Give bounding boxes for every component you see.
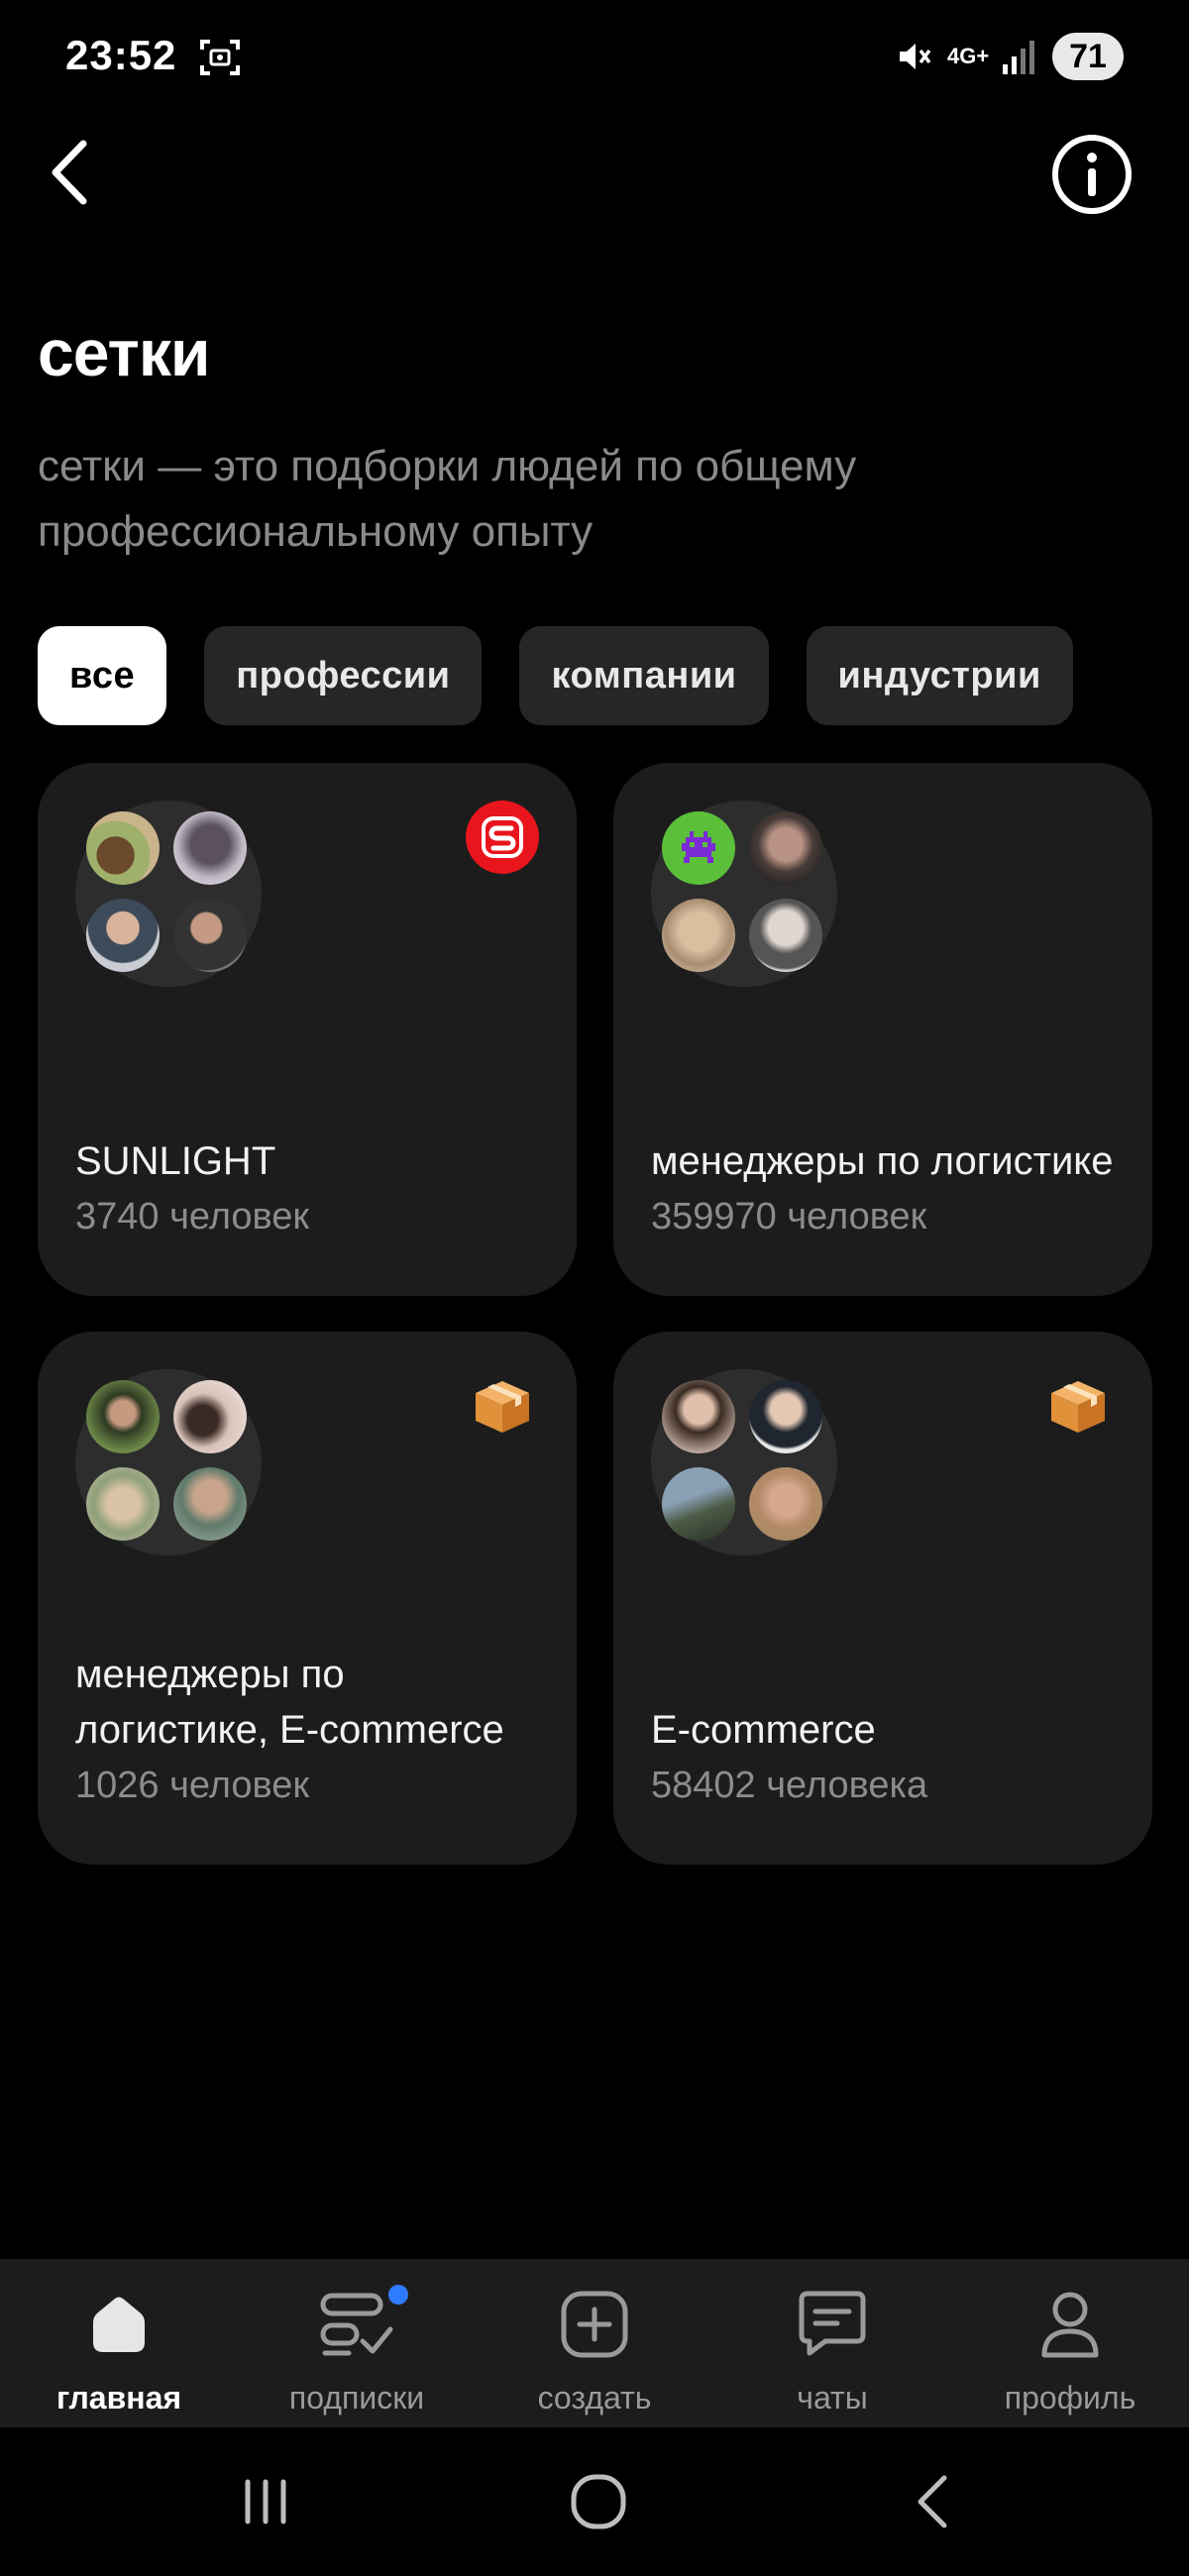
avatar-group — [75, 801, 262, 987]
nav-item-create[interactable]: создать — [476, 2259, 713, 2427]
filter-chip-professions[interactable]: профессии — [204, 626, 483, 725]
network-card-logistics-managers[interactable]: менеджеры по логистике 359970 человек — [613, 763, 1152, 1296]
profile-icon — [1041, 2292, 1099, 2358]
info-button[interactable] — [1050, 133, 1134, 216]
avatar — [86, 1467, 160, 1541]
nav-item-profile[interactable]: профиль — [951, 2259, 1189, 2427]
info-icon — [1052, 135, 1132, 214]
avatar — [662, 899, 735, 972]
card-title: менеджеры по логистике, E-commerce — [75, 1653, 504, 1752]
page-description: сетки — это подборки людей по общему про… — [38, 442, 857, 556]
mute-icon — [900, 44, 931, 69]
network-type: 4G+ — [947, 44, 990, 68]
avatar — [749, 1380, 822, 1453]
avatar-group — [651, 801, 837, 987]
nav-item-chats[interactable]: чаты — [713, 2259, 951, 2427]
avatar — [662, 1380, 735, 1453]
package-icon — [476, 1381, 529, 1433]
avatar — [86, 1380, 160, 1453]
card-member-count: 58402 человека — [651, 1765, 928, 1806]
home-circle-icon — [571, 2474, 626, 2529]
recent-apps-button[interactable] — [226, 2467, 305, 2536]
avatar-group — [651, 1369, 837, 1556]
plus-square-icon — [561, 2291, 628, 2358]
filter-chip-all[interactable]: все — [38, 626, 167, 725]
nav-label: профиль — [1004, 2380, 1136, 2415]
package-icon — [1051, 1381, 1105, 1433]
back-system-button[interactable] — [892, 2467, 971, 2536]
chevron-left-icon — [52, 140, 87, 205]
status-bar: 23:52 4G+ 71 — [0, 0, 1189, 119]
space-invader-icon — [682, 831, 715, 863]
card-title: SUNLIGHT — [75, 1139, 276, 1183]
card-title: E-commerce — [651, 1708, 876, 1752]
back-button[interactable] — [38, 131, 101, 214]
avatar — [662, 811, 735, 885]
network-card-logistics-ecommerce[interactable]: менеджеры по логистике, E-commerce 1026 … — [38, 1332, 577, 1865]
avatar — [173, 1467, 247, 1541]
bottom-nav: главная подписки создать чаты профиль — [0, 2259, 1189, 2427]
recent-apps-icon — [245, 2479, 286, 2524]
filter-chip-companies[interactable]: компании — [519, 626, 769, 725]
card-member-count: 359970 человек — [651, 1196, 927, 1237]
avatar — [173, 811, 247, 885]
card-member-count: 3740 человек — [75, 1196, 310, 1237]
nav-item-subscriptions[interactable]: подписки — [238, 2259, 476, 2427]
battery-indicator: 71 — [1052, 33, 1124, 80]
system-nav-bar — [0, 2427, 1189, 2576]
avatar — [173, 1380, 247, 1453]
card-member-count: 1026 человек — [75, 1765, 310, 1806]
avatar — [749, 1467, 822, 1541]
nav-label: главная — [55, 2380, 182, 2415]
avatar — [86, 811, 160, 885]
network-card-ecommerce[interactable]: E-commerce 58402 человека — [613, 1332, 1152, 1865]
filter-chip-industries[interactable]: индустрии — [806, 626, 1073, 725]
avatar-group — [75, 1369, 262, 1556]
nav-label: создать — [537, 2380, 652, 2415]
home-icon — [93, 2297, 145, 2352]
avatar — [662, 1467, 735, 1541]
chat-icon — [799, 2291, 866, 2356]
notification-dot — [388, 2285, 408, 2305]
nav-label: подписки — [288, 2380, 425, 2415]
status-time: 23:52 — [65, 32, 177, 78]
back-chevron-icon — [918, 2475, 947, 2528]
subscriptions-icon — [320, 2293, 393, 2356]
avatar — [86, 899, 160, 972]
avatar — [173, 899, 247, 972]
filter-chips: все профессии компании индустрии — [38, 626, 1073, 725]
home-system-button[interactable] — [559, 2467, 638, 2536]
avatar — [749, 811, 822, 885]
avatar — [749, 899, 822, 972]
nav-label: чаты — [797, 2380, 868, 2415]
page-title: сетки — [38, 316, 210, 389]
card-title: менеджеры по логистике — [651, 1139, 1114, 1183]
nav-item-home[interactable]: главная — [0, 2259, 238, 2427]
screenshot-icon — [200, 40, 240, 75]
network-card-sunlight[interactable]: SUNLIGHT 3740 человек — [38, 763, 577, 1296]
sunlight-logo-icon — [466, 801, 539, 874]
signal-icon — [1003, 41, 1034, 74]
